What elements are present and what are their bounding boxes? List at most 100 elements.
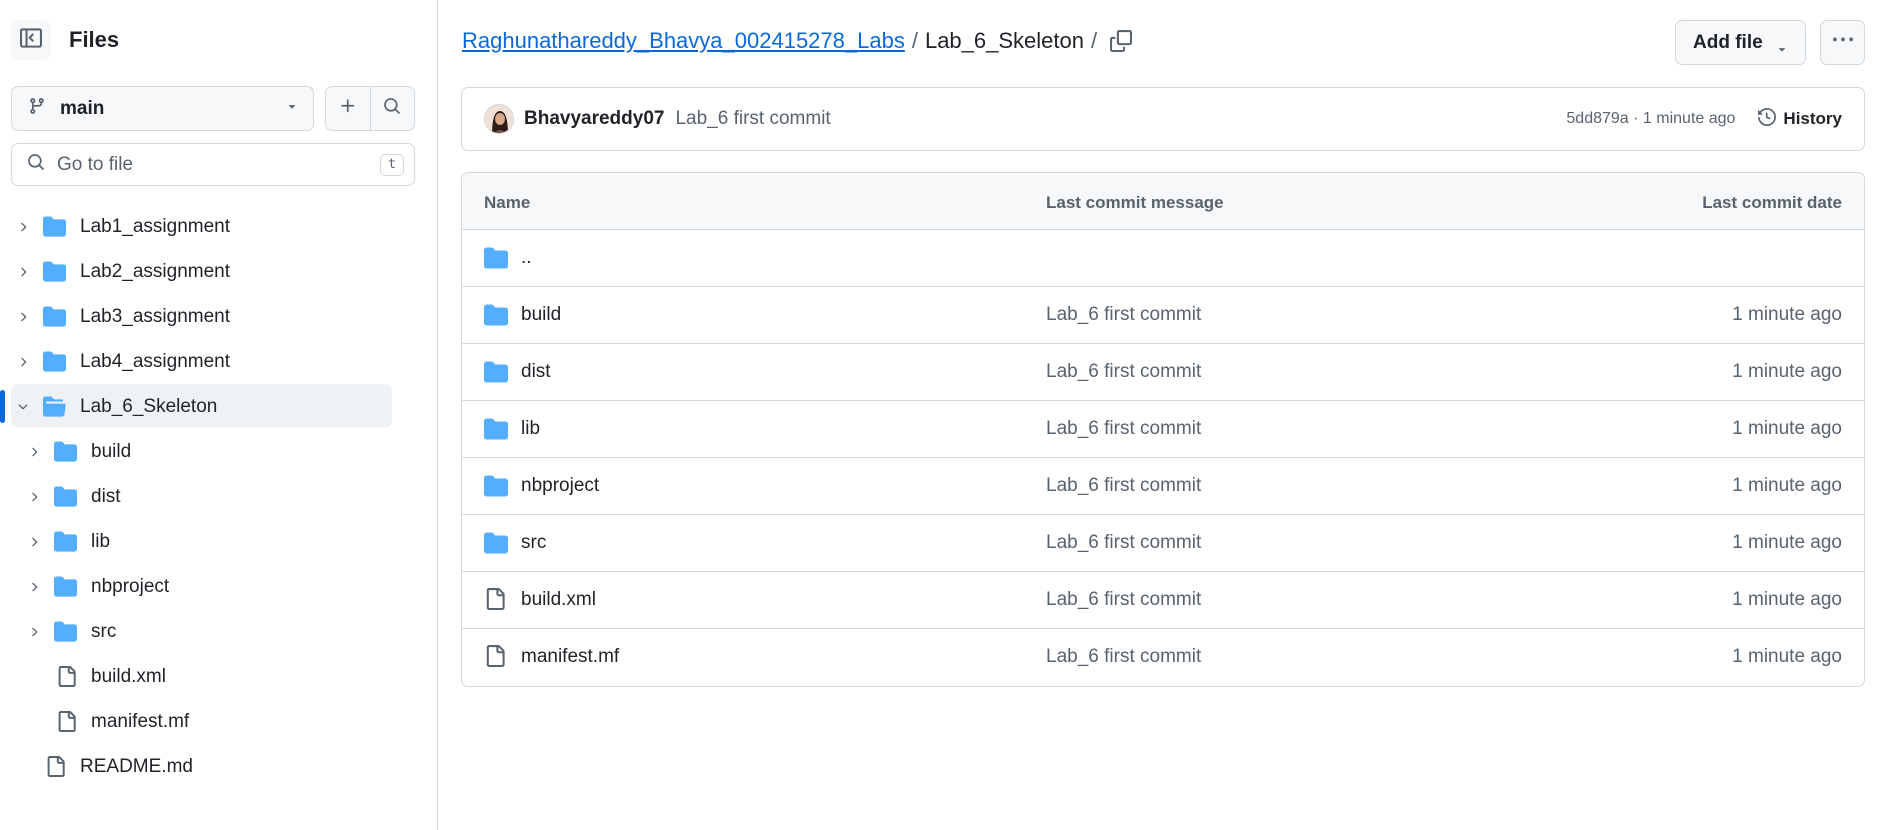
breadcrumb-repo-link[interactable]: Raghunathareddy_Bhavya_002415278_Labs: [462, 28, 905, 54]
sidebar-collapse-icon: [20, 27, 42, 54]
branch-selector-button[interactable]: main: [11, 86, 314, 131]
tree-item-lab2-assignment[interactable]: Lab2_assignment: [0, 249, 438, 294]
commit-message-link[interactable]: Lab_6 first commit: [1046, 589, 1201, 611]
column-header-name: Name: [484, 193, 531, 212]
file-rows: build Lab_6 first commit 1 minute ago dist L…: [462, 287, 1864, 686]
tree-item-label: dist: [91, 485, 121, 507]
folder-icon: [43, 305, 66, 328]
add-file-sidebar-button[interactable]: [326, 87, 370, 130]
commit-message-link[interactable]: Lab_6 first commit: [1046, 475, 1201, 497]
folder-icon: [43, 215, 66, 238]
commit-date: 1 minute ago: [1732, 589, 1842, 610]
commit-message-link[interactable]: Lab_6 first commit: [1046, 418, 1201, 440]
table-row[interactable]: dist Lab_6 first commit 1 minute ago: [462, 344, 1864, 401]
table-row[interactable]: build.xml Lab_6 first commit 1 minute ago: [462, 572, 1864, 629]
table-row[interactable]: manifest.mf Lab_6 first commit 1 minute ag…: [462, 629, 1864, 686]
tree-item-label: Lab1_assignment: [80, 215, 230, 237]
folder-icon: [484, 360, 508, 389]
selection-indicator: [0, 390, 5, 423]
search-icon: [383, 97, 401, 120]
commit-message-link[interactable]: Lab_6 first commit: [1046, 532, 1201, 554]
file-name-link[interactable]: nbproject: [521, 475, 599, 497]
chevron-right-icon[interactable]: [27, 580, 41, 594]
tree-item-readme-md[interactable]: README.md: [0, 744, 438, 789]
add-file-button[interactable]: Add file: [1675, 20, 1806, 65]
go-to-file-field[interactable]: t: [11, 143, 415, 186]
chevron-right-icon[interactable]: [27, 490, 41, 504]
tree-item-lab-6-skeleton[interactable]: Lab_6_Skeleton: [0, 384, 438, 429]
latest-commit-bar: Bhavyareddy07 Lab_6 first commit 5dd879a…: [461, 87, 1865, 151]
chevron-right-icon[interactable]: [16, 310, 30, 324]
history-label: History: [1783, 109, 1842, 128]
tree-item-lab1-assignment[interactable]: Lab1_assignment: [0, 204, 438, 249]
folder-icon: [43, 260, 66, 283]
file-name-link[interactable]: src: [521, 532, 546, 554]
file-name-link[interactable]: lib: [521, 418, 540, 440]
table-row[interactable]: src Lab_6 first commit 1 minute ago: [462, 515, 1864, 572]
table-row[interactable]: lib Lab_6 first commit 1 minute ago: [462, 401, 1864, 458]
folder-open-icon: [43, 395, 66, 418]
file-name-link[interactable]: manifest.mf: [521, 646, 619, 668]
more-options-button[interactable]: [1820, 20, 1865, 65]
folder-icon: [484, 531, 508, 560]
history-icon: [1758, 107, 1777, 131]
commit-message-link[interactable]: Lab_6 first commit: [1046, 361, 1201, 383]
folder-icon: [484, 303, 508, 332]
tree-item-build-xml[interactable]: build.xml: [0, 654, 438, 699]
file-name-link[interactable]: dist: [521, 361, 551, 383]
go-to-file-input[interactable]: [57, 153, 380, 176]
tree-item-build[interactable]: build: [0, 429, 438, 474]
keyboard-shortcut-hint: t: [380, 153, 404, 176]
chevron-down-icon[interactable]: [16, 400, 30, 414]
tree-item-lab4-assignment[interactable]: Lab4_assignment: [0, 339, 438, 384]
breadcrumb-current-folder: Lab_6_Skeleton: [924, 28, 1084, 53]
commit-hash-and-time[interactable]: 5dd879a · 1 minute ago: [1566, 110, 1735, 128]
tree-item-label: Lab_6_Skeleton: [80, 395, 218, 417]
chevron-right-icon[interactable]: [27, 445, 41, 459]
add-file-label: Add file: [1693, 31, 1763, 53]
tree-item-src[interactable]: src: [0, 609, 438, 654]
commit-date: 1 minute ago: [1732, 646, 1842, 667]
parent-directory-link[interactable]: ..: [521, 247, 532, 269]
table-row[interactable]: nbproject Lab_6 first commit 1 minute ago: [462, 458, 1864, 515]
chevron-right-icon[interactable]: [16, 220, 30, 234]
file-name-link[interactable]: build: [521, 304, 561, 326]
commit-date: 1 minute ago: [1732, 418, 1842, 439]
tree-item-label: Lab3_assignment: [80, 305, 230, 327]
tree-item-dist[interactable]: dist: [0, 474, 438, 519]
tree-item-label: manifest.mf: [91, 710, 190, 732]
commit-message-link[interactable]: Lab_6 first commit: [1046, 304, 1201, 326]
chevron-right-icon[interactable]: [27, 625, 41, 639]
tree-item-label: lib: [91, 530, 111, 552]
commit-message-link[interactable]: Lab_6 first commit: [1046, 646, 1201, 668]
tree-item-manifest-mf[interactable]: manifest.mf: [0, 699, 438, 744]
breadcrumb: Raghunathareddy_Bhavya_002415278_Labs / …: [462, 28, 1104, 54]
search-code-button[interactable]: [369, 87, 414, 130]
chevron-right-icon[interactable]: [16, 355, 30, 369]
commit-date: 1 minute ago: [1732, 304, 1842, 325]
tree-item-label: Lab2_assignment: [80, 260, 230, 282]
folder-icon: [54, 620, 77, 643]
tree-item-nbproject[interactable]: nbproject: [0, 564, 438, 609]
folder-icon: [54, 575, 77, 598]
parent-directory-row[interactable]: ..: [462, 230, 1864, 287]
triangle-down-icon: [1775, 40, 1789, 62]
table-row[interactable]: build Lab_6 first commit 1 minute ago: [462, 287, 1864, 344]
tree-item-label: README.md: [80, 755, 193, 777]
tree-item-label: src: [91, 620, 117, 642]
tree-item-lib[interactable]: lib: [0, 519, 438, 564]
chevron-right-icon[interactable]: [27, 535, 41, 549]
commit-message-link[interactable]: Lab_6 first commit: [675, 108, 1566, 130]
chevron-right-icon[interactable]: [16, 265, 30, 279]
sidebar-header: Files: [11, 20, 119, 60]
copy-path-button[interactable]: [1101, 24, 1141, 62]
folder-icon: [54, 440, 77, 463]
file-name-link[interactable]: build.xml: [521, 589, 596, 611]
tree-item-lab3-assignment[interactable]: Lab3_assignment: [0, 294, 438, 339]
history-button[interactable]: History: [1758, 107, 1842, 131]
branch-name: main: [60, 97, 105, 119]
commit-author-link[interactable]: Bhavyareddy07: [524, 108, 664, 130]
avatar[interactable]: [484, 104, 514, 134]
collapse-sidebar-button[interactable]: [11, 20, 51, 60]
folder-icon: [484, 474, 508, 503]
